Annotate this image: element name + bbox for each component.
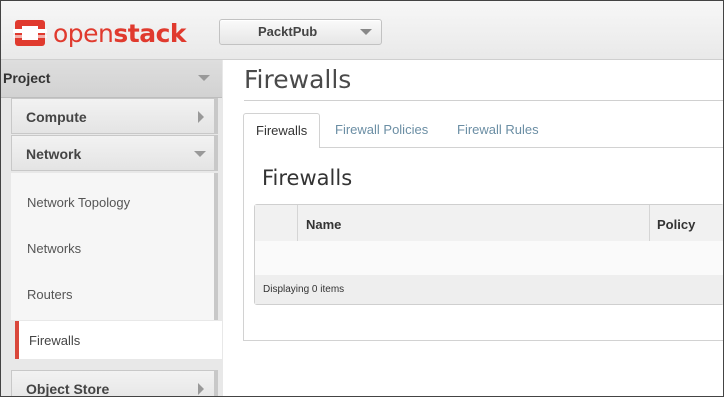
title-divider [244, 100, 723, 101]
empty-table-row [255, 241, 723, 276]
panel-network-label: Network [26, 146, 82, 162]
sidebar-item-routers[interactable]: Routers [27, 287, 73, 302]
sidebar: Project Compute Network Network Topology… [1, 60, 223, 397]
sidebar-item-network-topology[interactable]: Network Topology [27, 195, 130, 210]
chevron-right-icon [198, 383, 204, 395]
logo-text-open: open [53, 18, 114, 48]
tab-firewall-rules[interactable]: Firewall Rules [457, 113, 539, 147]
top-bar: openstack PacktPub [1, 1, 723, 60]
tab-bar: Firewalls Firewall Policies Firewall Rul… [243, 113, 723, 148]
tab-firewall-policies[interactable]: Firewall Policies [335, 113, 428, 147]
column-divider [649, 205, 650, 241]
sidebar-item-firewalls-label: Firewalls [29, 333, 81, 348]
item-count: Displaying 0 items [263, 284, 345, 295]
sidebar-item-firewalls[interactable]: Firewalls [15, 321, 222, 359]
logo-text-stack: stack [113, 18, 187, 48]
panel-compute[interactable]: Compute [11, 98, 218, 134]
panel-network[interactable]: Network [11, 135, 218, 171]
table-header: Name Policy [255, 205, 723, 242]
table-title: Firewalls [262, 166, 353, 190]
panel-object-store-label: Object Store [26, 381, 110, 397]
browser-frame: openstack PacktPub Project Compute Netwo… [0, 0, 724, 397]
chevron-right-icon [198, 111, 204, 123]
chevron-down-icon [194, 151, 206, 157]
firewalls-table: Name Policy Displaying 0 items [254, 204, 723, 305]
project-selector-value: PacktPub [258, 24, 318, 39]
column-header-name[interactable]: Name [306, 217, 341, 232]
page-title: Firewalls [244, 65, 352, 94]
openstack-logo[interactable]: openstack [13, 17, 187, 49]
panel-object-store[interactable]: Object Store [11, 370, 218, 397]
openstack-logo-icon [13, 18, 47, 48]
chevron-down-icon [360, 29, 372, 35]
chevron-down-icon [198, 75, 210, 81]
column-header-policy[interactable]: Policy [657, 217, 695, 232]
dashboard-project-label: Project [3, 70, 51, 86]
dashboard-project[interactable]: Project [1, 60, 222, 98]
select-all-column[interactable] [255, 205, 298, 241]
table-footer: Displaying 0 items [255, 275, 723, 304]
network-nav-list: Network Topology Networks Routers [11, 173, 218, 320]
sidebar-item-networks[interactable]: Networks [27, 241, 81, 256]
tab-firewalls[interactable]: Firewalls [243, 113, 321, 148]
logo-wordmark: openstack [53, 18, 187, 48]
panel-compute-label: Compute [26, 109, 87, 125]
project-selector-dropdown[interactable]: PacktPub [219, 19, 382, 45]
